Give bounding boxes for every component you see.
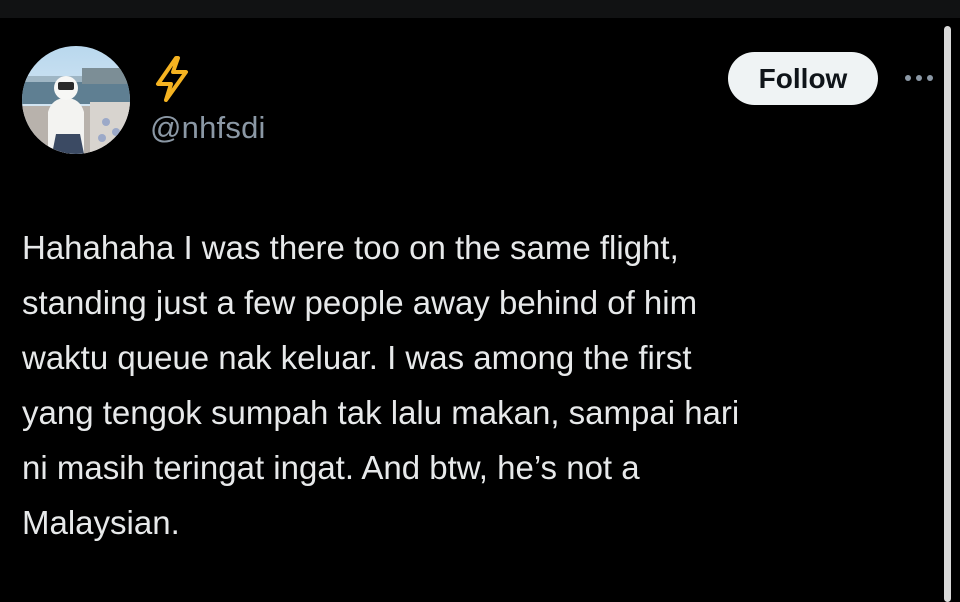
scrollbar[interactable] <box>944 26 951 602</box>
tweet-text-line: Malaysian. <box>22 504 180 541</box>
tweet-text-line: standing just a few people away behind o… <box>22 284 698 321</box>
top-bar <box>0 0 960 18</box>
display-name[interactable] <box>150 54 194 102</box>
tweet-text: Hahahaha I was there too on the same fli… <box>22 220 927 550</box>
lightning-bolt-icon <box>150 56 194 106</box>
more-options-icon <box>900 75 940 94</box>
tweet-text-line: ni masih teringat ingat. And btw, he’s n… <box>22 449 640 486</box>
more-options-button[interactable] <box>900 66 940 90</box>
tweet-text-line: waktu queue nak keluar. I was among the … <box>22 339 692 376</box>
tweet-text-line: yang tengok sumpah tak lalu makan, sampa… <box>22 394 740 431</box>
user-handle[interactable]: @nhfsdi <box>150 110 266 146</box>
follow-button[interactable]: Follow <box>728 52 878 105</box>
tweet-text-line: Hahahaha I was there too on the same fli… <box>22 229 679 266</box>
avatar[interactable] <box>22 46 130 154</box>
